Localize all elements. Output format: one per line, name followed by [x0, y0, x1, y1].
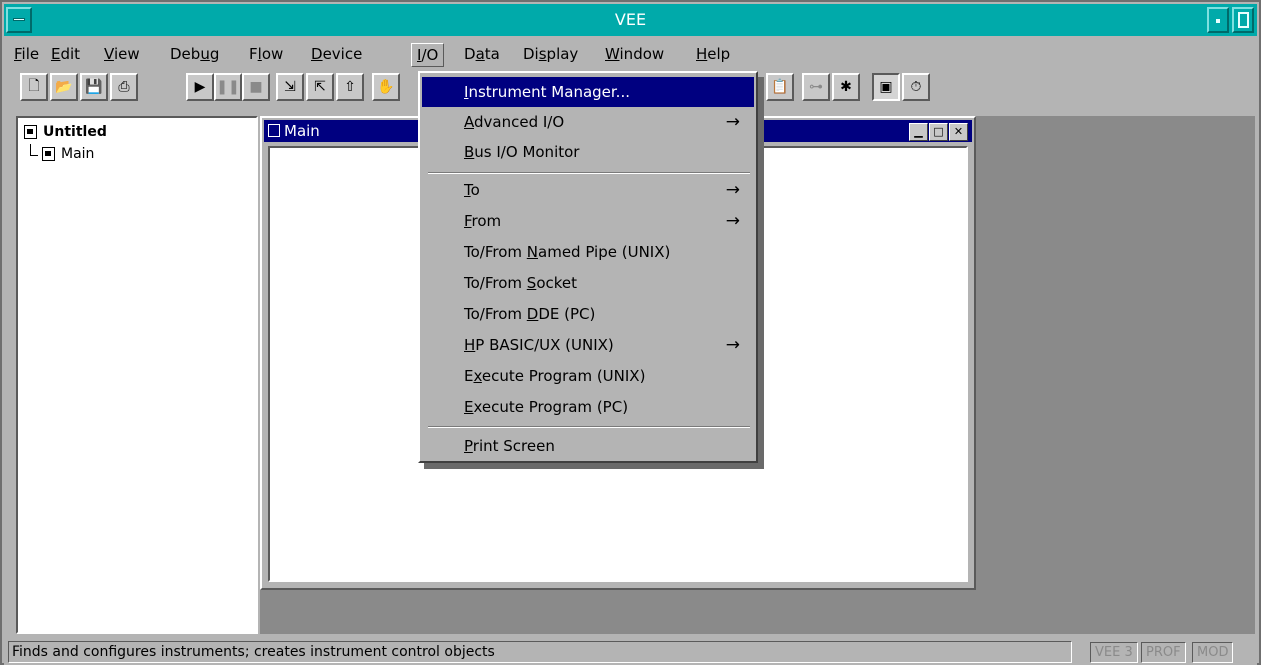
- stop-icon: ■: [249, 79, 263, 95]
- menu-device[interactable]: Device: [306, 43, 367, 67]
- tree-child-label: Main: [61, 146, 95, 162]
- main-window-icon: [268, 124, 280, 137]
- tree-item-main[interactable]: Main: [42, 144, 94, 164]
- save-button[interactable]: 💾: [80, 73, 108, 101]
- program-explorer: Untitled Main: [16, 116, 258, 634]
- menu-item-hp-basic[interactable]: HP BASIC/UX (UNIX) →: [422, 330, 754, 360]
- submenu-arrow-icon: →: [725, 180, 740, 200]
- menu-item-to[interactable]: To →: [422, 175, 754, 205]
- menu-item-advanced-io[interactable]: Advanced I/O →: [422, 107, 754, 137]
- submenu-arrow-icon: →: [725, 211, 740, 231]
- status-bar: Finds and configures instruments; create…: [4, 640, 1257, 665]
- menu-bar: File Edit View Debug Flow Device I/O Dat…: [4, 38, 1257, 68]
- step-over-icon: ⇱: [314, 79, 326, 95]
- main-minimize-button[interactable]: ▁: [909, 123, 928, 141]
- title-bar[interactable]: VEE: [4, 4, 1257, 36]
- status-badge-prof: PROF: [1141, 642, 1186, 663]
- timer-button[interactable]: ⏱: [902, 73, 930, 101]
- pause-button[interactable]: ❚❚: [214, 73, 242, 101]
- menu-separator: [428, 426, 750, 428]
- menu-item-print-screen[interactable]: Print Screen: [422, 431, 754, 461]
- menu-view[interactable]: View: [99, 43, 145, 67]
- run-button[interactable]: ▶: [186, 73, 214, 101]
- status-badge-mod: MOD: [1192, 642, 1234, 663]
- submenu-arrow-icon: →: [725, 335, 740, 355]
- menu-debug[interactable]: Debug: [165, 43, 224, 67]
- main-window-icon: [42, 147, 55, 161]
- tree-root-label: Untitled: [43, 124, 107, 140]
- clipboard-button[interactable]: 📋: [766, 73, 794, 101]
- menu-separator: [428, 172, 750, 174]
- vee-application-window: VEE File Edit View Debug Flow Device I/O…: [0, 0, 1261, 665]
- step-into-icon: ⇲: [284, 79, 296, 95]
- menu-item-named-pipe[interactable]: To/From Named Pipe (UNIX): [422, 237, 754, 267]
- wire-icon: ⊶: [809, 79, 823, 95]
- save-icon: 💾: [85, 79, 103, 95]
- clipboard-icon: 📋: [771, 79, 789, 95]
- status-message: Finds and configures instruments; create…: [8, 641, 1072, 663]
- maximize-icon: □: [933, 125, 944, 138]
- step-into-button[interactable]: ⇲: [276, 73, 304, 101]
- panel-view-icon: ▣: [879, 79, 893, 95]
- open-icon: 📂: [55, 79, 73, 95]
- menu-item-bus-io-monitor[interactable]: Bus I/O Monitor: [422, 137, 754, 167]
- panel-view-button[interactable]: ▣: [872, 73, 900, 101]
- maximize-button[interactable]: [1232, 7, 1254, 33]
- menu-edit[interactable]: Edit: [46, 43, 85, 67]
- io-menu-dropdown: Instrument Manager... Advanced I/O → Bus …: [418, 71, 758, 463]
- menu-data[interactable]: Data: [459, 43, 505, 67]
- hand-button[interactable]: ✋: [372, 73, 400, 101]
- program-icon: [24, 125, 37, 139]
- status-badge-vee3: VEE 3: [1090, 642, 1138, 663]
- menu-item-dde[interactable]: To/From DDE (PC): [422, 299, 754, 329]
- pause-icon: ❚❚: [216, 79, 240, 95]
- open-button[interactable]: 📂: [50, 73, 78, 101]
- timer-icon: ⏱: [910, 79, 922, 95]
- menu-item-instrument-manager[interactable]: Instrument Manager...: [422, 77, 754, 107]
- menu-item-from[interactable]: From →: [422, 206, 754, 236]
- probe-button[interactable]: ✱: [832, 73, 860, 101]
- print-icon: ⎙: [118, 79, 130, 95]
- tree-item-untitled[interactable]: Untitled: [24, 122, 107, 142]
- step-over-button[interactable]: ⇱: [306, 73, 334, 101]
- menu-file[interactable]: File: [9, 43, 44, 67]
- menu-io[interactable]: I/O: [411, 43, 445, 67]
- step-out-icon: ⇧: [344, 79, 356, 95]
- minimize-button[interactable]: [1207, 7, 1229, 33]
- window-title: VEE: [614, 10, 647, 29]
- menu-window[interactable]: Window: [600, 43, 669, 67]
- close-icon: ✕: [953, 125, 964, 138]
- tree-connector: [30, 144, 38, 156]
- menu-item-execute-pc[interactable]: Execute Program (PC): [422, 392, 754, 422]
- probe-icon: ✱: [840, 79, 852, 95]
- main-window-title: Main: [284, 122, 320, 140]
- menu-help[interactable]: Help: [691, 43, 735, 67]
- minimize-icon: [1216, 19, 1220, 23]
- run-icon: ▶: [194, 79, 206, 95]
- main-close-button[interactable]: ✕: [949, 123, 968, 141]
- submenu-arrow-icon: →: [725, 112, 740, 132]
- main-maximize-button[interactable]: □: [929, 123, 948, 141]
- hand-icon: ✋: [377, 79, 395, 95]
- minimize-icon: ▁: [914, 125, 923, 138]
- step-out-button[interactable]: ⇧: [336, 73, 364, 101]
- menu-display[interactable]: Display: [518, 43, 583, 67]
- print-button[interactable]: ⎙: [110, 73, 138, 101]
- new-button[interactable]: 🗋: [20, 73, 48, 101]
- new-icon: 🗋: [28, 78, 40, 94]
- maximize-icon: [1238, 12, 1249, 28]
- wire-button[interactable]: ⊶: [802, 73, 830, 101]
- stop-button[interactable]: ■: [242, 73, 270, 101]
- menu-item-execute-unix[interactable]: Execute Program (UNIX): [422, 361, 754, 391]
- menu-item-socket[interactable]: To/From Socket: [422, 268, 754, 298]
- menu-flow[interactable]: Flow: [244, 43, 288, 67]
